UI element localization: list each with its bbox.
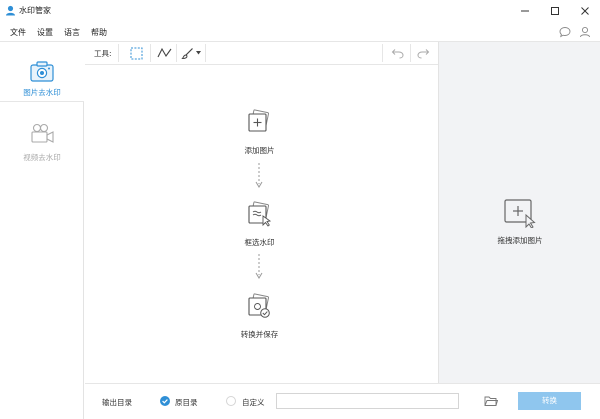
redo-icon [416, 48, 429, 58]
account-button[interactable] [578, 25, 592, 39]
sidebar-item-video-watermark[interactable]: 视频去水印 [0, 112, 84, 172]
redo-button[interactable] [412, 43, 434, 63]
maximize-button[interactable] [540, 0, 570, 22]
toolbar-divider [382, 44, 383, 62]
dashed-arrow-icon [255, 163, 263, 188]
convert-button[interactable]: 转换 [518, 392, 581, 410]
sidebar-item-image-watermark[interactable]: 图片去水印 [0, 42, 84, 102]
toolbar-divider [118, 44, 119, 62]
close-icon [581, 7, 589, 15]
sidebar-item-label: 视频去水印 [23, 153, 61, 162]
menu-settings[interactable]: 设置 [37, 27, 53, 38]
toolbar-divider [176, 44, 177, 62]
menu-help[interactable]: 帮助 [91, 27, 107, 38]
toolbar-divider [410, 44, 411, 62]
maximize-icon [551, 7, 559, 15]
caret-down-icon [196, 51, 201, 55]
close-button[interactable] [570, 0, 600, 22]
rect-select-tool[interactable] [125, 43, 147, 63]
step-label: 添加图片 [244, 146, 275, 155]
custom-directory-radio[interactable] [226, 396, 236, 406]
menu-icons [558, 25, 592, 39]
minimize-button[interactable] [510, 0, 540, 22]
custom-directory-label: 自定义 [242, 398, 265, 407]
feedback-button[interactable] [558, 25, 572, 39]
toolbar-divider [150, 44, 151, 62]
user-icon [580, 26, 590, 38]
original-directory-label: 原目录 [175, 398, 198, 407]
toolbar-label: 工具: [94, 49, 112, 58]
camera-icon [30, 61, 54, 82]
polyline-icon [157, 47, 171, 58]
undo-icon [391, 48, 404, 58]
output-path-input[interactable] [276, 393, 459, 409]
video-camera-icon [31, 123, 54, 143]
brush-tool-dropdown[interactable] [178, 43, 204, 63]
menu-file[interactable]: 文件 [10, 27, 26, 38]
convert-save-icon [248, 293, 270, 318]
menu-language[interactable]: 语言 [64, 27, 80, 38]
step-label: 框选水印 [244, 238, 275, 247]
polyline-tool[interactable] [153, 43, 175, 63]
select-watermark-icon [248, 201, 272, 227]
toolbar-divider [205, 44, 206, 62]
original-directory-radio[interactable] [160, 396, 170, 406]
toolbar: 工具: [85, 42, 438, 65]
step-label: 转换并保存 [240, 330, 279, 339]
output-bar: 输出目录 原目录 自定义 转换 [85, 383, 600, 419]
title-bar: 水印管家 [0, 0, 600, 22]
menu-bar: 文件 设置 语言 帮助 [0, 22, 600, 42]
sidebar-item-label: 图片去水印 [23, 88, 61, 97]
app-title: 水印管家 [19, 6, 51, 15]
drop-zone[interactable]: 拖拽添加图片 [438, 42, 600, 383]
app-logo-icon [6, 5, 15, 16]
undo-button[interactable] [386, 43, 408, 63]
chat-bubble-icon [559, 27, 571, 38]
drop-zone-label: 拖拽添加图片 [497, 236, 543, 245]
dashed-rectangle-icon [130, 47, 142, 59]
workflow-canvas: 添加图片 框选水印 转换并保存 [85, 65, 438, 383]
add-image-icon [248, 109, 270, 132]
folder-icon[interactable] [484, 395, 498, 407]
checkmark-icon [162, 399, 168, 404]
brush-icon [181, 47, 193, 59]
output-directory-label: 输出目录 [102, 398, 132, 407]
drop-add-image-icon [504, 199, 536, 228]
minimize-icon [521, 10, 529, 12]
dashed-arrow-icon [255, 254, 263, 279]
sidebar: 图片去水印 视频去水印 [0, 42, 84, 419]
